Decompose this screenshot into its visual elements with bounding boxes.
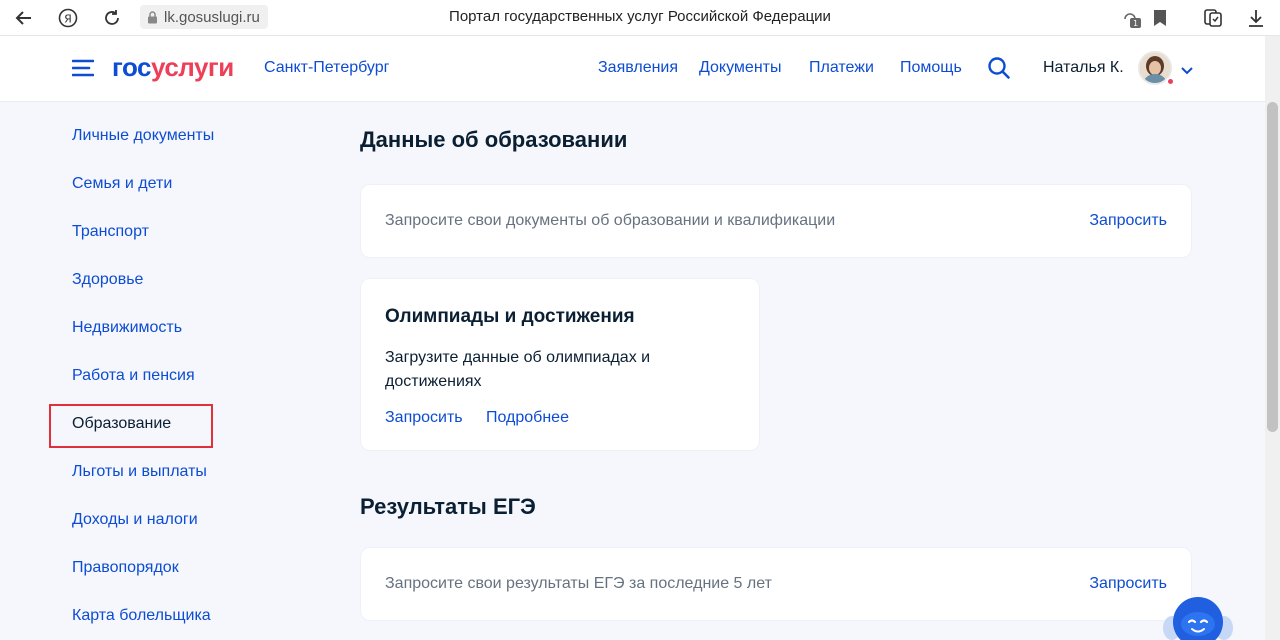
- page-scrollbar[interactable]: [1265, 36, 1280, 640]
- chevron-down-icon[interactable]: [1181, 62, 1193, 75]
- olympiad-request-button[interactable]: Запросить: [385, 409, 463, 427]
- search-icon[interactable]: [987, 56, 1011, 80]
- address-bar[interactable]: lk.gosuslugi.ru: [140, 5, 268, 29]
- sidebar-item-fan-card[interactable]: Карта болельщика: [72, 607, 211, 625]
- ege-request-card: Запросите свои результаты ЕГЭ за последн…: [360, 547, 1192, 621]
- ege-request-text: Запросите свои результаты ЕГЭ за последн…: [385, 575, 772, 592]
- reload-icon[interactable]: [100, 6, 124, 30]
- sidebar-item-benefits[interactable]: Льготы и выплаты: [72, 463, 207, 481]
- user-name[interactable]: Наталья К.: [1043, 59, 1124, 77]
- sidebar-item-education[interactable]: Образование: [72, 415, 171, 433]
- protect-icon[interactable]: 1: [1120, 6, 1144, 30]
- sidebar-item-work[interactable]: Работа и пенсия: [72, 367, 195, 385]
- menu-icon[interactable]: [71, 58, 95, 78]
- nav-applications[interactable]: Заявления: [598, 59, 678, 77]
- sidebar-item-personal-documents[interactable]: Личные документы: [72, 127, 214, 145]
- olympiad-card-text: Загрузите данные об олимпиадах и достиже…: [385, 349, 651, 390]
- bookmark-icon[interactable]: [1148, 6, 1172, 30]
- back-arrow-icon[interactable]: [12, 6, 36, 30]
- collections-icon[interactable]: [1201, 6, 1225, 30]
- nav-documents[interactable]: Документы: [699, 59, 781, 77]
- education-request-text: Запросите свои документы об образовании …: [385, 212, 836, 229]
- olympiad-more-link[interactable]: Подробнее: [486, 409, 569, 427]
- url-text: lk.gosuslugi.ru: [164, 8, 260, 26]
- education-request-button[interactable]: Запросить: [1089, 212, 1167, 230]
- scrollbar-thumb[interactable]: [1267, 102, 1278, 432]
- region-selector[interactable]: Санкт-Петербург: [264, 59, 389, 77]
- education-section-title: Данные об образовании: [360, 127, 628, 152]
- tab-badge: 1: [1133, 19, 1138, 28]
- yandex-icon[interactable]: Я: [56, 6, 80, 30]
- notification-dot: [1166, 77, 1175, 86]
- sidebar-item-health[interactable]: Здоровье: [72, 271, 143, 289]
- svg-text:Я: Я: [64, 13, 72, 26]
- site-header: госуслуги Санкт-Петербург Заявления Доку…: [0, 36, 1265, 102]
- logo-text-gos: гос: [112, 52, 152, 82]
- sidebar-item-law[interactable]: Правопорядок: [72, 559, 179, 577]
- ege-request-button[interactable]: Запросить: [1089, 575, 1167, 593]
- browser-toolbar: Я lk.gosuslugi.ru Портал государственных…: [0, 0, 1280, 36]
- olympiad-card-title: Олимпиады и достижения: [385, 306, 635, 327]
- download-icon[interactable]: [1244, 6, 1268, 30]
- sidebar-item-transport[interactable]: Транспорт: [72, 223, 149, 241]
- robot-assistant-icon[interactable]: [1158, 594, 1236, 640]
- ege-section-title: Результаты ЕГЭ: [360, 494, 536, 519]
- gosuslugi-logo[interactable]: госуслуги: [112, 52, 234, 83]
- education-request-card: Запросите свои документы об образовании …: [360, 184, 1192, 258]
- lock-icon: [146, 10, 158, 24]
- sidebar-item-realty[interactable]: Недвижимость: [72, 319, 182, 337]
- olympiad-card: Олимпиады и достижения Загрузите данные …: [360, 278, 760, 451]
- sidebar-item-income[interactable]: Доходы и налоги: [72, 511, 198, 529]
- nav-help[interactable]: Помощь: [900, 59, 962, 77]
- nav-payments[interactable]: Платежи: [809, 59, 874, 77]
- sidebar-item-family[interactable]: Семья и дети: [72, 175, 172, 193]
- logo-text-uslugi: услуги: [151, 52, 234, 82]
